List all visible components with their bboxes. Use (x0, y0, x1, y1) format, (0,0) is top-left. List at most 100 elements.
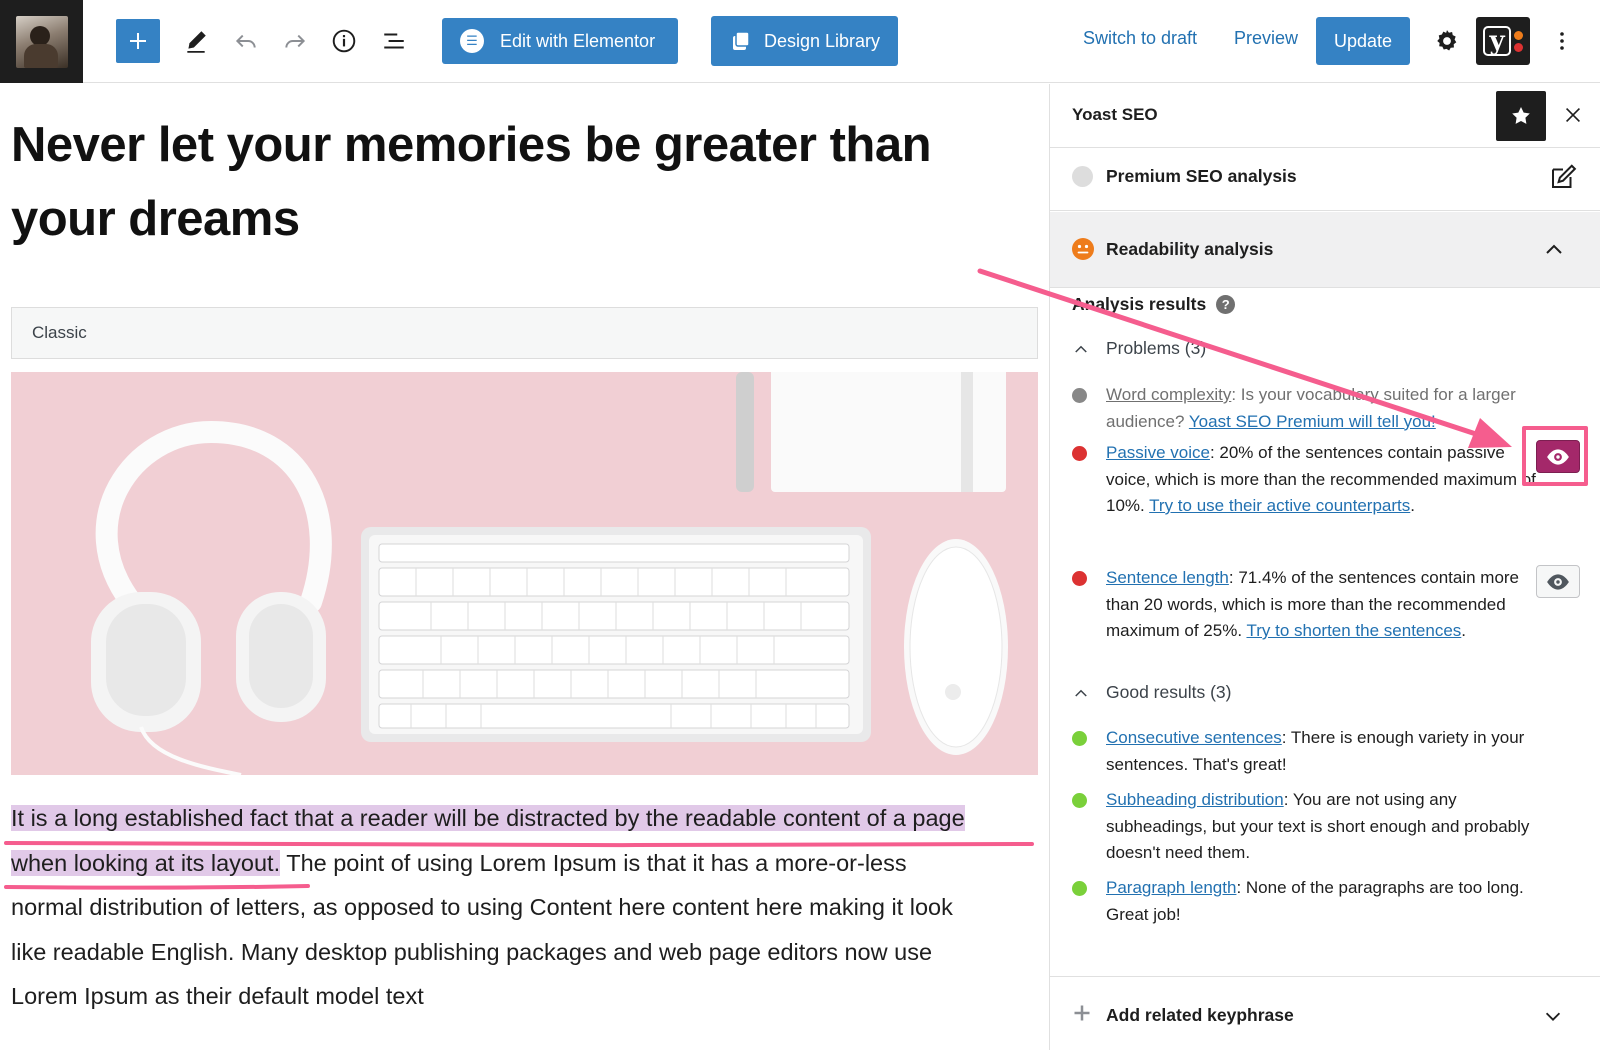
result-bullet (1072, 446, 1087, 461)
help-icon[interactable]: ? (1216, 295, 1236, 314)
post-title-line: your dreams (11, 192, 300, 246)
yoast-premium-link[interactable]: Yoast SEO Premium will tell you! (1189, 412, 1436, 431)
paragraph-text: like readable English. Many desktop publ… (11, 938, 933, 965)
list-view-button[interactable] (374, 21, 414, 61)
featured-content-image[interactable] (11, 372, 1038, 775)
paragraph-text: normal distribution of letters, as oppos… (11, 894, 953, 920)
sentence-length-advice-link[interactable]: Try to shorten the sentences (1246, 621, 1461, 640)
chevron-up-icon (1546, 244, 1562, 254)
edit-with-elementor-button[interactable]: ☰ Edit with Elementor (442, 18, 678, 64)
result-bullet (1072, 731, 1087, 746)
analysis-results-label: Analysis results (1072, 294, 1207, 314)
site-icon-button[interactable] (0, 0, 83, 83)
premium-seo-analysis-row[interactable]: Premium SEO analysis (1050, 148, 1600, 211)
result-item-subheading-distribution: Subheading distribution: You are not usi… (1072, 787, 1542, 867)
classic-block-toolbar[interactable]: Classic (11, 307, 1038, 359)
consecutive-sentences-link[interactable]: Consecutive sentences (1106, 728, 1282, 747)
result-bullet (1072, 881, 1087, 896)
eye-icon (1547, 573, 1569, 590)
premium-status-dot (1072, 166, 1093, 187)
tools-button[interactable] (176, 21, 216, 61)
switch-to-draft-button[interactable]: Switch to draft (1083, 28, 1197, 49)
info-icon (332, 29, 356, 53)
edit-with-elementor-label: Edit with Elementor (500, 30, 656, 51)
options-button[interactable] (1544, 20, 1580, 62)
yoast-seo-toggle-button[interactable]: y (1476, 17, 1530, 65)
plus-icon (130, 33, 146, 49)
passive-voice-advice-link[interactable]: Try to use their active counterparts (1149, 496, 1410, 515)
redo-icon (285, 34, 306, 48)
result-bullet (1072, 571, 1087, 586)
undo-icon (235, 34, 256, 48)
sidebar-title: Yoast SEO (1072, 105, 1158, 124)
good-results-group-toggle[interactable]: Good results (3) (1072, 682, 1231, 703)
star-icon (1512, 107, 1530, 124)
settings-button[interactable] (1426, 20, 1468, 62)
preview-button[interactable]: Preview (1234, 28, 1298, 49)
editor-canvas: Never let your memories be greater than … (0, 84, 1049, 1050)
post-title-line: Never let your memories be greater than (11, 118, 932, 172)
subheading-distribution-link[interactable]: Subheading distribution (1106, 790, 1284, 809)
more-vertical-icon (1560, 32, 1564, 50)
paragraph-text: Lorem Ipsum as their default model text (11, 983, 424, 1009)
result-bullet (1072, 793, 1087, 808)
plus-icon (1074, 1005, 1090, 1021)
add-related-keyphrase-label: Add related keyphrase (1106, 1005, 1294, 1025)
problems-group-toggle[interactable]: Problems (3) (1072, 338, 1206, 359)
details-button[interactable] (324, 21, 364, 61)
result-item-consecutive-sentences: Consecutive sentences: There is enough v… (1072, 725, 1542, 778)
chevron-down-icon (1545, 1012, 1561, 1021)
yoast-status-dots (1514, 30, 1523, 52)
premium-seo-analysis-label: Premium SEO analysis (1106, 166, 1297, 186)
passive-voice-highlight: It is a long established fact that a rea… (11, 805, 965, 831)
result-item-passive-voice: Passive voice: 20% of the sentences cont… (1072, 440, 1542, 520)
redo-button[interactable] (275, 21, 315, 61)
close-sidebar-button[interactable] (1558, 100, 1588, 130)
problems-label: Problems (3) (1106, 338, 1207, 358)
passive-voice-link[interactable]: Passive voice (1106, 443, 1210, 462)
result-item-paragraph-length: Paragraph length: None of the paragraphs… (1072, 875, 1542, 928)
update-button[interactable]: Update (1316, 17, 1410, 65)
top-toolbar: ☰ Edit with Elementor Design Library Swi… (0, 0, 1600, 83)
result-item-word-complexity: Word complexity: Is your vocabulary suit… (1072, 382, 1542, 435)
elementor-icon: ☰ (460, 29, 484, 53)
paragraph-length-link[interactable]: Paragraph length (1106, 878, 1236, 897)
chevron-up-icon (1075, 689, 1087, 697)
passive-voice-highlight: when looking at its layout. (11, 849, 281, 876)
classic-block-label: Classic (32, 323, 87, 342)
post-paragraph[interactable]: It is a long established fact that a rea… (11, 796, 1041, 1019)
result-text-tail: . (1461, 621, 1467, 640)
yoast-sidebar: Yoast SEO Premium SEO analysis Readabili… (1049, 84, 1600, 1050)
undo-button[interactable] (226, 21, 266, 61)
add-related-keyphrase-toggle[interactable]: Add related keyphrase (1050, 976, 1600, 1050)
readability-status-dot (1514, 42, 1523, 52)
add-block-button[interactable] (116, 19, 160, 63)
pencil-icon (187, 31, 206, 53)
design-library-button[interactable]: Design Library (711, 16, 898, 66)
annotation-box (1522, 426, 1588, 486)
readability-analysis-label: Readability analysis (1106, 239, 1274, 259)
site-avatar-image (15, 15, 68, 68)
word-complexity-link[interactable]: Word complexity (1106, 385, 1231, 404)
library-icon (733, 31, 750, 50)
yoast-logo-icon: y (1483, 26, 1511, 56)
pin-favorite-button[interactable] (1496, 91, 1546, 141)
gear-icon (1437, 30, 1457, 51)
readability-face-icon (1072, 238, 1094, 260)
good-results-label: Good results (3) (1106, 682, 1232, 702)
result-item-sentence-length: Sentence length: 71.4% of the sentences … (1072, 565, 1542, 645)
readability-analysis-toggle[interactable]: Readability analysis (1050, 212, 1600, 288)
result-text-tail: . (1410, 496, 1415, 515)
edit-icon[interactable] (1548, 162, 1578, 192)
analysis-results-heading: Analysis results ? (1072, 294, 1236, 315)
sentence-length-link[interactable]: Sentence length (1106, 568, 1229, 587)
highlight-sentence-length-button[interactable] (1536, 565, 1580, 598)
result-bullet (1072, 388, 1087, 403)
design-library-label: Design Library (764, 30, 881, 51)
seo-status-dot (1514, 30, 1523, 40)
desk-photo-illustration (11, 372, 1038, 775)
paragraph-text: The point of using Lorem Ipsum is that i… (280, 849, 907, 876)
close-icon (1565, 107, 1581, 123)
post-title[interactable]: Never let your memories be greater than … (11, 108, 1011, 256)
chevron-up-icon (1075, 345, 1087, 353)
